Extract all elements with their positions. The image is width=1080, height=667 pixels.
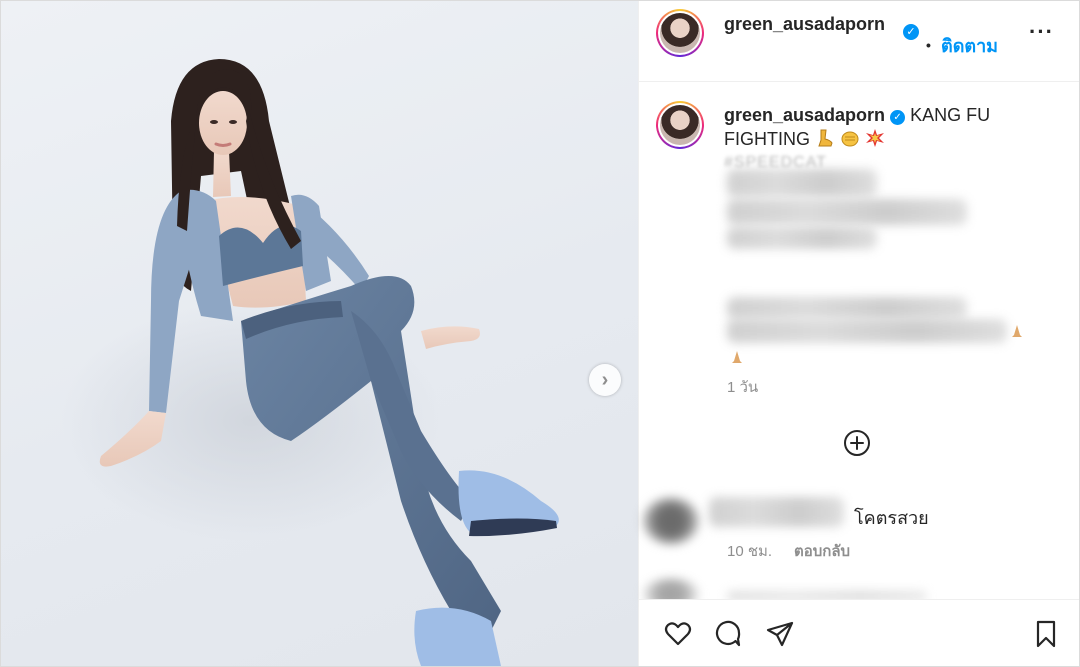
leg-emoji-icon	[818, 129, 833, 147]
chevron-right-icon: ›	[601, 368, 609, 391]
collision-emoji-icon	[866, 129, 885, 147]
caption-avatar-inner	[658, 103, 702, 147]
caption-avatar[interactable]	[656, 101, 704, 149]
caption-verified-icon: ✓	[890, 110, 906, 125]
comment-text: โคตรสวย	[854, 508, 929, 528]
caption-avatar-image	[660, 105, 700, 145]
fist-emoji-icon	[841, 131, 859, 147]
folded-hands-emoji-icon	[1012, 325, 1022, 337]
blurred-text	[727, 169, 877, 197]
next-photo-button[interactable]: ›	[589, 364, 621, 396]
caption: green_ausadaporn ✓ KANG FU FIGHTING	[724, 103, 1024, 151]
more-options-icon[interactable]: ···	[1029, 19, 1054, 45]
post-age: 1 วัน	[727, 379, 759, 396]
folded-hands-emoji-icon	[732, 351, 742, 363]
comment-time: 10 ชม.	[727, 543, 773, 560]
share-icon[interactable]	[765, 619, 795, 649]
blurred-comment-username	[709, 497, 844, 527]
follow-button[interactable]: ติดตาม	[941, 31, 998, 60]
blurred-text	[727, 297, 967, 319]
verified-badge-icon: ✓	[903, 24, 919, 40]
separator-dot: •	[926, 37, 931, 53]
comment-icon[interactable]	[713, 619, 743, 649]
post-window: › green_ausadaporn ✓ • ติดตาม ··· green_…	[0, 0, 1080, 667]
plus-circle-icon[interactable]	[843, 429, 871, 457]
caption-username[interactable]: green_ausadaporn	[724, 105, 885, 125]
photo-illustration	[61, 59, 559, 666]
reply-button[interactable]: ตอบกลับ	[794, 539, 850, 563]
blurred-text	[727, 227, 877, 249]
heart-icon[interactable]	[663, 619, 693, 649]
blurred-text	[727, 199, 967, 225]
post-header: green_ausadaporn ✓ • ติดตาม ···	[639, 1, 1079, 82]
blurred-text	[727, 319, 1007, 343]
action-bar	[639, 599, 1079, 666]
bookmark-icon[interactable]	[1031, 619, 1061, 649]
post-photo[interactable]: ›	[1, 1, 638, 666]
header-username[interactable]: green_ausadaporn	[724, 13, 894, 35]
avatar-inner	[658, 11, 702, 55]
comment-avatar[interactable]	[643, 498, 699, 544]
avatar-image	[660, 13, 700, 53]
avatar[interactable]	[656, 9, 704, 57]
post-side-panel: green_ausadaporn ✓ • ติดตาม ··· green_au…	[638, 1, 1079, 666]
